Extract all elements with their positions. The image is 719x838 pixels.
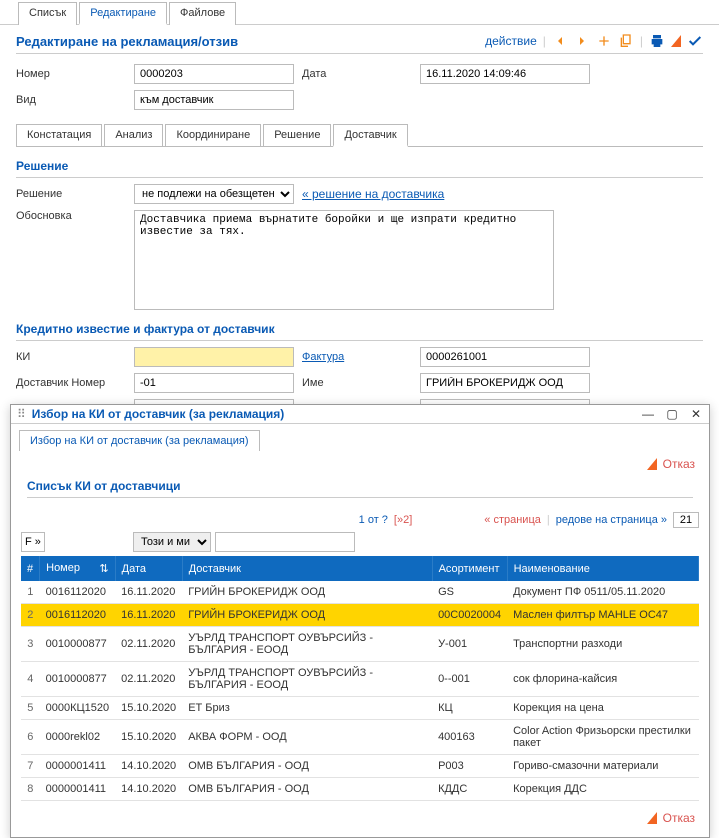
number-label: Номер <box>16 68 126 80</box>
sort-icon[interactable]: ⇅ <box>99 562 108 575</box>
paginator: 1 от ? [»2] « страница | редове на стран… <box>11 508 709 532</box>
table-row[interactable]: 1001611202016.11.2020ГРИЙН БРОКЕРИДЖ ООД… <box>21 581 699 604</box>
modal-ki-picker: ⠿ Избор на КИ от доставчик (за рекламаци… <box>10 404 710 838</box>
ki-grid: # Номер ⇅ Дата Доставчик Асортимент Наим… <box>21 556 699 801</box>
col-date[interactable]: Дата <box>115 556 182 581</box>
main-form: Номер Дата Вид <box>16 64 703 110</box>
date-label: Дата <box>302 68 412 80</box>
kind-label: Вид <box>16 94 126 106</box>
ki-field[interactable] <box>134 347 294 367</box>
filter-F[interactable] <box>21 532 45 552</box>
edit-toolbar: действие | | <box>485 33 703 49</box>
modal-list-title: Списък КИ от доставчици <box>27 479 693 498</box>
action-label[interactable]: действие <box>485 34 537 48</box>
justification-textarea[interactable] <box>134 210 554 310</box>
justification-label: Обосновка <box>16 210 126 222</box>
cancel-icon <box>647 458 657 470</box>
col-supplier[interactable]: Доставчик <box>182 556 432 581</box>
tab-files[interactable]: Файлове <box>169 2 236 25</box>
supplier-decision-link[interactable]: « решение на доставчика <box>302 187 703 201</box>
cancel-top-button[interactable]: Отказ <box>647 457 695 471</box>
supplier-num-label: Доставчик Номер <box>16 377 126 389</box>
modal-tab[interactable]: Избор на КИ от доставчик (за рекламация) <box>19 430 260 451</box>
pag-count: 1 от ? <box>359 514 388 526</box>
table-row[interactable]: 8000000141114.10.2020ОМВ БЪЛГАРИЯ - ООДК… <box>21 778 699 801</box>
table-row[interactable]: 50000КЦ152015.10.2020ЕТ БризКЦКорекция н… <box>21 697 699 720</box>
tab-supplier[interactable]: Доставчик <box>333 124 407 147</box>
invoice-link[interactable]: Фактура <box>302 351 412 363</box>
kind-field[interactable] <box>134 90 294 110</box>
filter-period-select[interactable]: Този и ми <box>133 532 211 552</box>
col-index[interactable]: # <box>21 556 40 581</box>
tab-coordination[interactable]: Координиране <box>165 124 261 146</box>
supplier-name-label: Име <box>302 377 412 389</box>
pag-rows-input[interactable] <box>673 512 699 528</box>
modal-title: Избор на КИ от доставчик (за рекламация) <box>32 407 285 421</box>
tab-analysis[interactable]: Анализ <box>104 124 163 146</box>
close-icon[interactable]: ✕ <box>689 407 703 421</box>
tab-edit[interactable]: Редактиране <box>79 2 167 25</box>
invoice-field[interactable] <box>420 347 590 367</box>
date-field <box>420 64 590 84</box>
pag-rows-label: редове на страница » <box>556 514 667 526</box>
tab-list[interactable]: Списък <box>18 2 77 25</box>
ki-label: КИ <box>16 351 126 363</box>
filter-supplier[interactable] <box>215 532 355 552</box>
add-icon[interactable] <box>596 33 612 49</box>
solution-section-title: Решение <box>16 159 703 178</box>
solution-label: Решение <box>16 188 126 200</box>
cancel-bottom-button[interactable]: Отказ <box>647 811 695 825</box>
next-icon[interactable] <box>574 33 590 49</box>
print-icon[interactable] <box>649 33 665 49</box>
pag-next-link[interactable]: [»2] <box>394 514 412 526</box>
credit-section-title: Кредитно известие и фактура от доставчик <box>16 322 703 341</box>
table-row[interactable]: 2001611202016.11.2020ГРИЙН БРОКЕРИДЖ ООД… <box>21 604 699 627</box>
discard-icon[interactable] <box>671 35 681 47</box>
grip-icon[interactable]: ⠿ <box>17 407 26 421</box>
number-field[interactable] <box>134 64 294 84</box>
table-row[interactable]: 4001000087702.11.2020УЪРЛД ТРАНСПОРТ ОУВ… <box>21 662 699 697</box>
table-row[interactable]: 7000000141114.10.2020ОМВ БЪЛГАРИЯ - ООДP… <box>21 755 699 778</box>
maximize-icon[interactable]: ▢ <box>665 407 679 421</box>
top-tabs: Списък Редактиране Файлове <box>0 0 719 25</box>
edit-title: Редактиране на рекламация/отзив <box>16 34 238 49</box>
col-name[interactable]: Наименование <box>507 556 698 581</box>
prev-icon[interactable] <box>552 33 568 49</box>
copy-icon[interactable] <box>618 33 634 49</box>
supplier-name-field <box>420 373 590 393</box>
col-number[interactable]: Номер ⇅ <box>40 556 116 581</box>
solution-select[interactable]: не подлежи на обезщетения <box>134 184 294 204</box>
cancel-icon <box>647 812 657 824</box>
tab-solution[interactable]: Решение <box>263 124 331 146</box>
pag-prev-page[interactable]: « страница <box>484 514 541 526</box>
table-row[interactable]: 3001000087702.11.2020УЪРЛД ТРАНСПОРТ ОУВ… <box>21 627 699 662</box>
table-row[interactable]: 60000rekl0215.10.2020АКВА ФОРМ - ООД4001… <box>21 720 699 755</box>
minimize-icon[interactable]: — <box>641 407 655 421</box>
confirm-icon[interactable] <box>687 33 703 49</box>
supplier-num-field[interactable] <box>134 373 294 393</box>
col-assort[interactable]: Асортимент <box>432 556 507 581</box>
tab-finding[interactable]: Констатация <box>16 124 102 146</box>
